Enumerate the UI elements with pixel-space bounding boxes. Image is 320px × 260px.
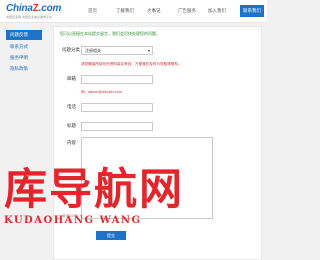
sidebar-item-privacy[interactable]: 隐私政策	[6, 64, 42, 74]
form-notice: 您可以直接在本站提交留言，我们会尽快处理您的问题。	[60, 31, 160, 36]
nav-ads[interactable]: 广告服务	[178, 6, 196, 16]
title-label: 标题	[67, 123, 76, 128]
top-bar: ChinaZ.com 中国企业网·中国企业信息发布平台 首页 了解我们 大事记 …	[0, 0, 267, 23]
email-field[interactable]	[81, 75, 153, 84]
nav-events[interactable]: 大事记	[147, 6, 161, 16]
email-hint: 例：admin@china5z.com	[81, 90, 122, 94]
sidebar: 问题反馈 联系方式 服务申明 隐私政策	[6, 26, 42, 73]
category-label: 问题分类	[62, 47, 80, 52]
nav-contact[interactable]: 联系我们	[240, 5, 264, 17]
category-select-value: 注册相关	[85, 48, 101, 53]
watermark-cn-text: 库导航网	[4, 165, 184, 215]
watermark-en-text: KUDAOHANG WANG	[4, 215, 142, 226]
logo-wordmark: ChinaZ.com	[6, 3, 62, 14]
title-field[interactable]	[81, 122, 153, 131]
main-nav: 首页 了解我们 大事记 广告服务 加入我们 联系我们	[80, 0, 267, 22]
nav-about[interactable]: 了解我们	[116, 6, 134, 16]
nav-join[interactable]: 加入我们	[208, 6, 226, 16]
sidebar-item-contact[interactable]: 联系方式	[6, 42, 42, 52]
sidebar-item-feedback[interactable]: 问题反馈	[6, 30, 42, 40]
chevron-down-icon: ▾	[147, 48, 150, 53]
phone-field[interactable]	[81, 103, 153, 112]
nav-home[interactable]: 首页	[88, 6, 97, 16]
email-label: 邮箱	[67, 76, 76, 81]
phone-label: 电话	[67, 104, 76, 109]
watermark-overlay: 库导航网 KUDAOHANG WANG	[0, 164, 267, 260]
site-logo[interactable]: ChinaZ.com 中国企业网·中国企业信息发布平台	[6, 3, 66, 21]
category-select[interactable]: 注册相关 ▾	[81, 46, 153, 55]
form-warning: 请您确保所填写的资料真实有效，方便我们及时与您取得联系。	[81, 62, 182, 66]
sidebar-item-statement[interactable]: 服务申明	[6, 53, 42, 63]
content-label: 内容	[67, 140, 76, 145]
logo-tagline: 中国企业网·中国企业信息发布平台	[6, 15, 52, 19]
